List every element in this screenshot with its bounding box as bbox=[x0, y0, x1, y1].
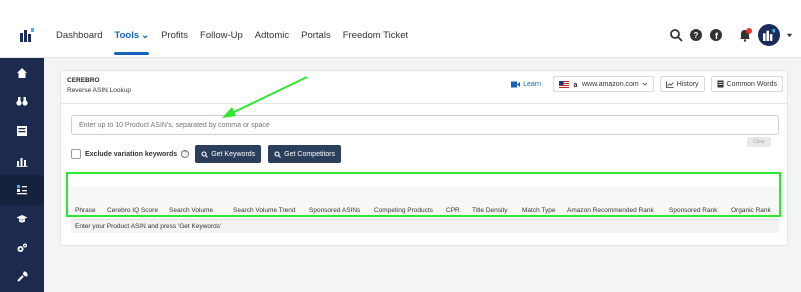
svg-text:?: ? bbox=[694, 31, 699, 40]
help-icon[interactable]: ? bbox=[689, 28, 703, 42]
get-competitors-button[interactable]: Get Competitors bbox=[268, 145, 342, 163]
search-icon[interactable] bbox=[669, 28, 683, 42]
sidebar bbox=[0, 58, 44, 292]
line-chart-icon bbox=[665, 81, 674, 88]
nav-item-adtomic[interactable]: Adtomic bbox=[255, 30, 289, 41]
chevron-down-icon bbox=[642, 82, 648, 86]
options-row: Exclude variation keywords ? Get Keyword… bbox=[71, 145, 342, 163]
amazon-icon: a bbox=[574, 82, 578, 88]
sidebar-item-listings[interactable] bbox=[0, 116, 44, 146]
cerebro-card: CEREBRO Reverse ASIN Lookup Learn a www.… bbox=[60, 70, 788, 246]
highlight-box bbox=[66, 172, 781, 217]
graduation-cap-icon bbox=[16, 215, 28, 223]
search-icon bbox=[201, 150, 209, 158]
listing-icon bbox=[17, 126, 27, 136]
avatar[interactable] bbox=[758, 24, 780, 46]
exclude-variation-checkbox[interactable] bbox=[71, 149, 81, 159]
marketplace-value: www.amazon.com bbox=[581, 80, 639, 88]
asin-input[interactable] bbox=[71, 115, 779, 135]
learn-label: Learn bbox=[523, 80, 541, 88]
top-nav: Dashboard Tools ⌄ Profits Follow-Up Adtom… bbox=[56, 30, 420, 55]
search-icon bbox=[274, 150, 282, 158]
nav-item-tools[interactable]: Tools ⌄ bbox=[114, 30, 150, 55]
sidebar-item-tools[interactable] bbox=[0, 262, 44, 292]
avatar-logo-icon bbox=[763, 29, 775, 41]
video-icon bbox=[511, 81, 521, 87]
sidebar-item-academy[interactable] bbox=[0, 204, 44, 234]
chevron-down-icon: ⌄ bbox=[141, 30, 150, 41]
caret-down-icon[interactable] bbox=[786, 32, 793, 39]
common-words-button[interactable]: Common Words bbox=[710, 76, 783, 92]
sidebar-item-home[interactable] bbox=[0, 58, 44, 88]
page-subtitle: Reverse ASIN Lookup bbox=[67, 87, 131, 94]
separator: · bbox=[729, 30, 732, 40]
nav-item-tools-label: Tools bbox=[114, 30, 140, 41]
sidebar-item-research[interactable] bbox=[0, 86, 44, 116]
nav-item-dashboard[interactable]: Dashboard bbox=[56, 30, 102, 41]
svg-text:a: a bbox=[574, 82, 578, 88]
history-button[interactable]: History bbox=[659, 76, 705, 92]
header-divider bbox=[61, 103, 787, 104]
us-flag-icon bbox=[558, 80, 569, 88]
exclude-variation-label: Exclude variation keywords bbox=[85, 150, 178, 158]
table-row: Enter your Product ASIN and press 'Get K… bbox=[71, 219, 779, 233]
get-competitors-label: Get Competitors bbox=[284, 150, 336, 158]
header-actions: Learn a www.amazon.com History Common Wo… bbox=[505, 76, 783, 92]
keyword-research-icon bbox=[17, 185, 27, 195]
document-icon bbox=[717, 80, 724, 88]
page-title: CEREBRO bbox=[67, 77, 100, 84]
marketplace-select[interactable]: a www.amazon.com bbox=[552, 76, 654, 92]
history-label: History bbox=[676, 80, 699, 88]
sidebar-item-keyword-research[interactable] bbox=[0, 175, 44, 205]
helium10-logo-icon[interactable] bbox=[20, 28, 34, 42]
wrench-icon bbox=[17, 271, 28, 282]
gears-icon bbox=[17, 243, 27, 252]
nav-item-follow-up[interactable]: Follow-Up bbox=[200, 30, 243, 41]
learn-button[interactable]: Learn bbox=[505, 76, 547, 92]
home-icon bbox=[17, 68, 27, 78]
top-bar: Dashboard Tools ⌄ Profits Follow-Up Adtom… bbox=[0, 0, 801, 58]
empty-table-message: Enter your Product ASIN and press 'Get K… bbox=[71, 219, 779, 233]
get-keywords-button[interactable]: Get Keywords bbox=[195, 145, 262, 163]
top-icons: ? f · bbox=[669, 24, 793, 46]
nav-item-freedom-ticket[interactable]: Freedom Ticket bbox=[343, 30, 408, 41]
get-keywords-label: Get Keywords bbox=[211, 150, 256, 158]
bar-chart-icon bbox=[16, 158, 28, 167]
bell-icon[interactable] bbox=[738, 28, 752, 42]
sidebar-item-analytics[interactable] bbox=[0, 146, 44, 176]
facebook-icon[interactable]: f bbox=[709, 28, 723, 42]
nav-item-portals[interactable]: Portals bbox=[301, 30, 331, 41]
common-words-label: Common Words bbox=[726, 80, 777, 88]
sidebar-item-settings[interactable] bbox=[0, 233, 44, 263]
clear-button[interactable]: Clear bbox=[747, 137, 771, 147]
nav-item-profits[interactable]: Profits bbox=[161, 30, 188, 41]
help-icon[interactable]: ? bbox=[181, 150, 190, 158]
binoculars-icon bbox=[16, 97, 28, 106]
